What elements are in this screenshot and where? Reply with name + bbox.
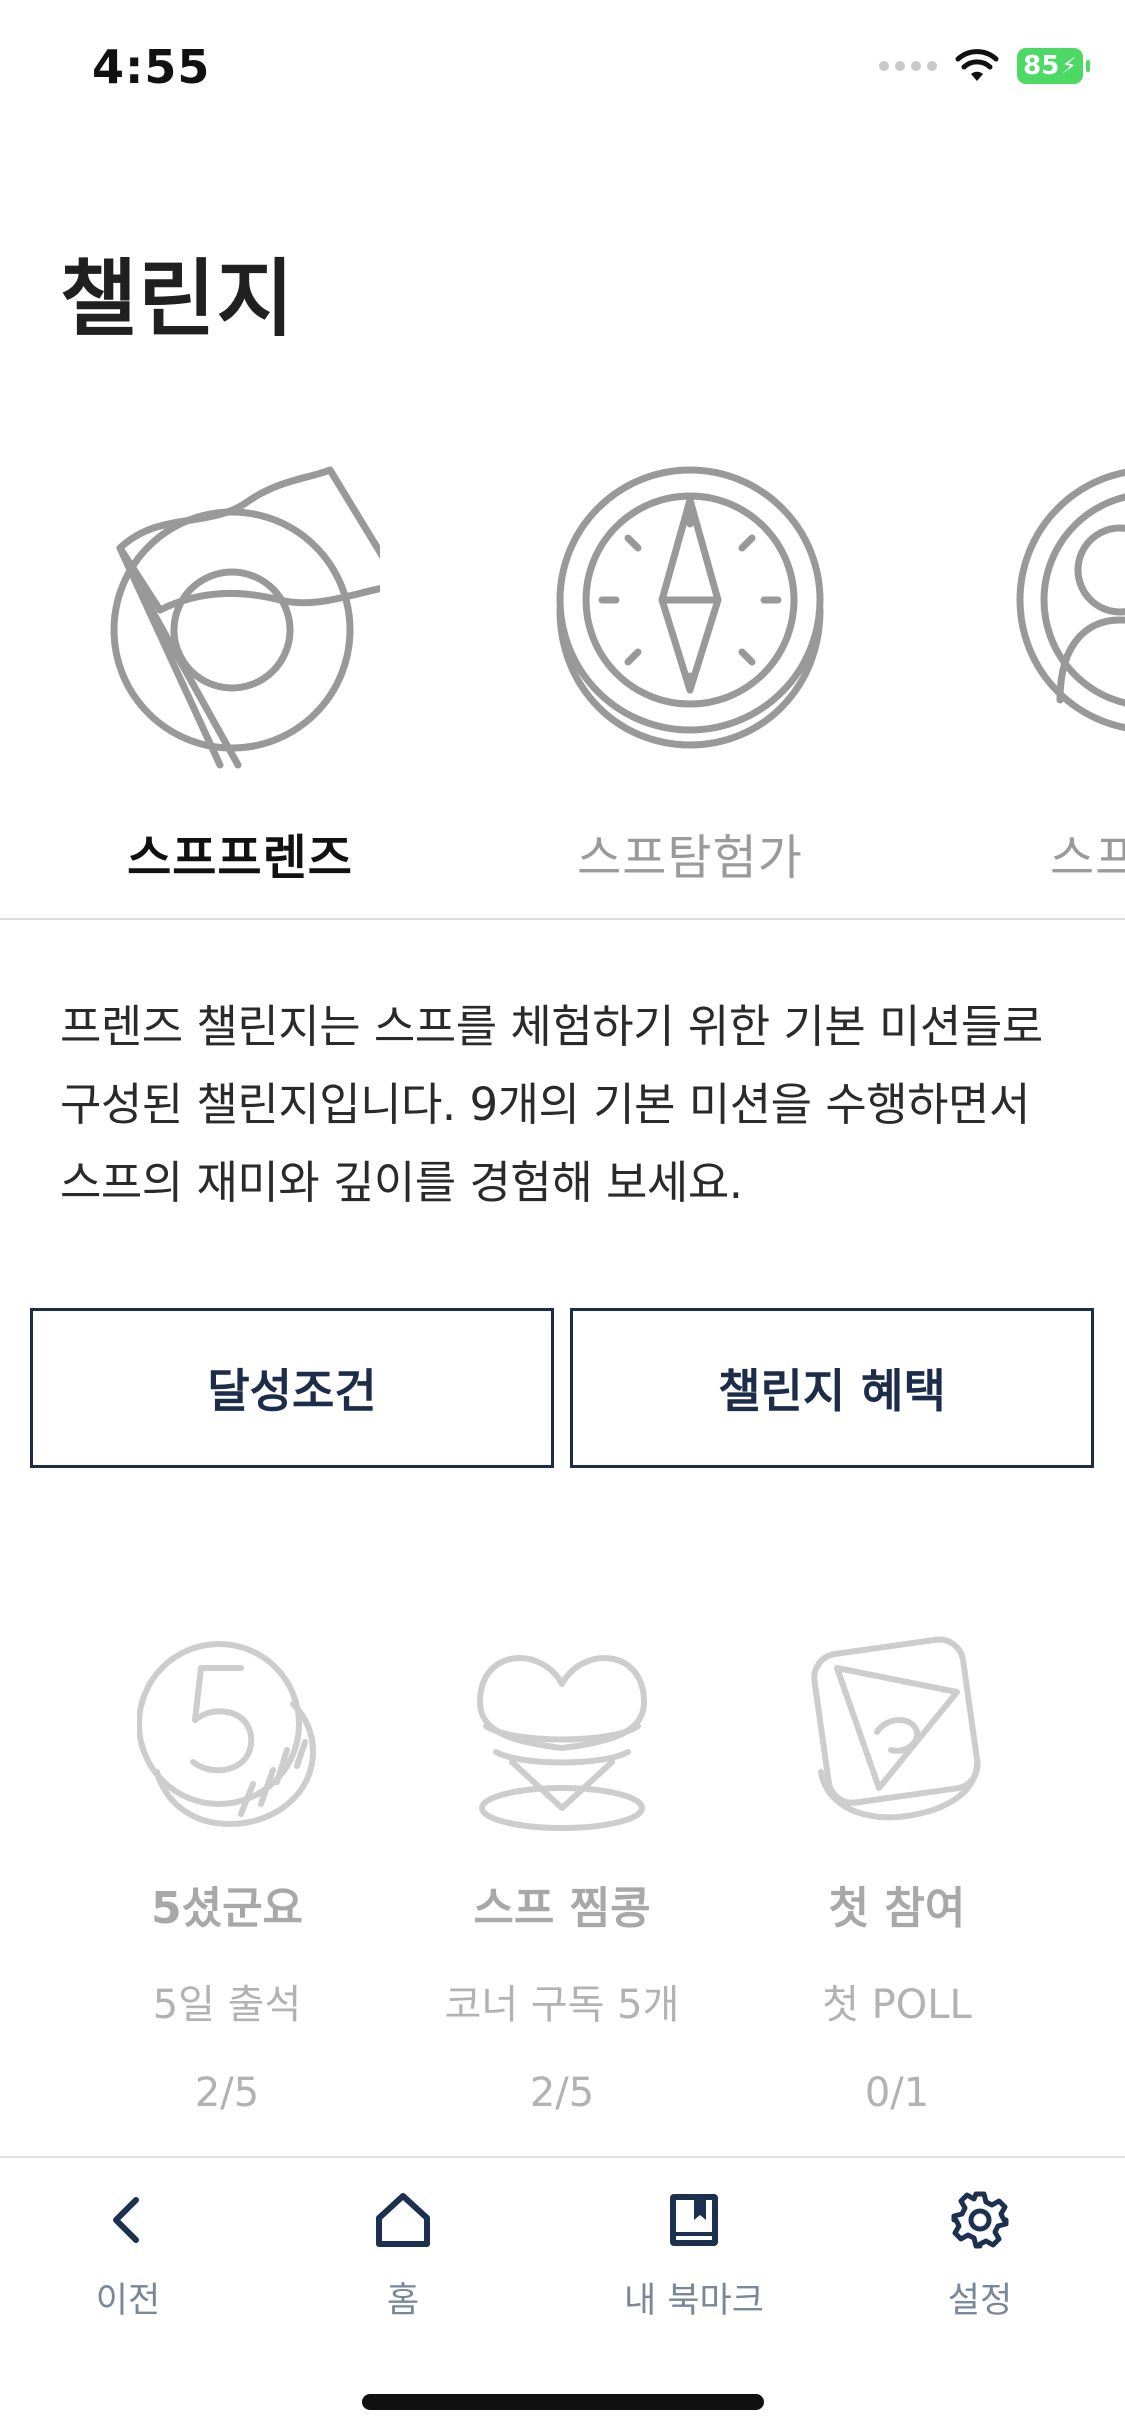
home-icon: [376, 2193, 430, 2247]
wifi-icon: [955, 49, 999, 81]
flag-badge-icon: [110, 466, 380, 769]
compass-badge-icon: [556, 466, 824, 749]
mission-title: 첫 참여: [828, 1883, 966, 1934]
poll-badge-icon: [811, 1636, 981, 1821]
challenge-screen: 4:55 85 ⚡ 챌린지 스프프렌즈 스프탐험가 스프 프렌즈 챌린지는 스프…: [0, 0, 1125, 2436]
benefits-button[interactable]: 챌린지 혜택: [570, 1308, 1094, 1468]
charging-bolt-icon: ⚡: [1061, 53, 1077, 79]
gear-icon: [951, 2191, 1009, 2249]
bookmark-book-icon: [670, 2194, 718, 2246]
challenge-carousel[interactable]: 스프프렌즈 스프탐험가 스프: [0, 450, 1125, 910]
tab-home[interactable]: 홈: [303, 2184, 503, 2354]
challenge-tab-label: 스프: [1050, 830, 1125, 886]
status-time: 4:55: [92, 40, 211, 94]
tab-label: 이전: [95, 2281, 161, 2321]
battery-level: 85: [1023, 51, 1060, 81]
mission-subtitle: 코너 구독 5개: [444, 1982, 680, 2028]
challenge-tab-third[interactable]: 스프: [930, 450, 1125, 886]
five-coin-icon: [137, 1641, 316, 1827]
mission-progress: 0/1: [864, 2070, 930, 2116]
carousel-divider: [0, 918, 1125, 920]
status-bar: 4:55 85 ⚡: [0, 0, 1125, 140]
heart-badge-icon: [477, 1655, 647, 1831]
tab-label: 설정: [947, 2281, 1013, 2321]
battery-icon: 85 ⚡: [1017, 48, 1090, 84]
status-icons: 85 ⚡: [879, 48, 1090, 84]
conditions-button[interactable]: 달성조건: [30, 1308, 554, 1468]
tab-back[interactable]: 이전: [28, 2184, 228, 2354]
chevron-left-icon: [113, 2197, 139, 2243]
home-indicator[interactable]: [362, 2394, 764, 2410]
tab-settings[interactable]: 설정: [880, 2184, 1080, 2354]
mission-subtitle: 5일 출석: [152, 1982, 302, 2028]
person-badge-icon: [1016, 468, 1125, 732]
mission-item[interactable]: 5셨군요 5일 출석 2/5: [67, 1620, 387, 2140]
mission-progress: 2/5: [529, 2070, 595, 2116]
mission-item[interactable]: 첫 참여 첫 POLL 0/1: [737, 1620, 1057, 2140]
tab-label: 홈: [386, 2281, 420, 2321]
tab-bookmarks[interactable]: 내 북마크: [594, 2184, 794, 2354]
mission-title: 5셨군요: [150, 1883, 304, 1934]
mission-title: 스프 찜콩: [473, 1883, 651, 1934]
mission-progress: 2/5: [194, 2070, 260, 2116]
mission-subtitle: 첫 POLL: [822, 1982, 972, 2028]
mission-item[interactable]: 스프 찜콩 코너 구독 5개 2/5: [402, 1620, 722, 2140]
challenge-tab-friends[interactable]: 스프프렌즈: [30, 450, 450, 886]
challenge-tab-explorer[interactable]: 스프탐험가: [480, 450, 900, 886]
tab-label: 내 북마크: [624, 2281, 764, 2321]
challenge-tab-label: 스프탐험가: [577, 830, 803, 886]
challenge-description: 프렌즈 챌린지는 스프를 체험하기 위한 기본 미션들로 구성된 챌린지입니다.…: [60, 1000, 1043, 1209]
cellular-signal-icon: [879, 61, 937, 71]
mission-list: 5셨군요 5일 출석 2/5 스프 찜콩 코너 구독 5개 2/5 첫 참여 첫…: [0, 1620, 1125, 2140]
challenge-tab-label: 스프프렌즈: [127, 830, 353, 886]
page-title: 챌린지: [60, 250, 295, 348]
